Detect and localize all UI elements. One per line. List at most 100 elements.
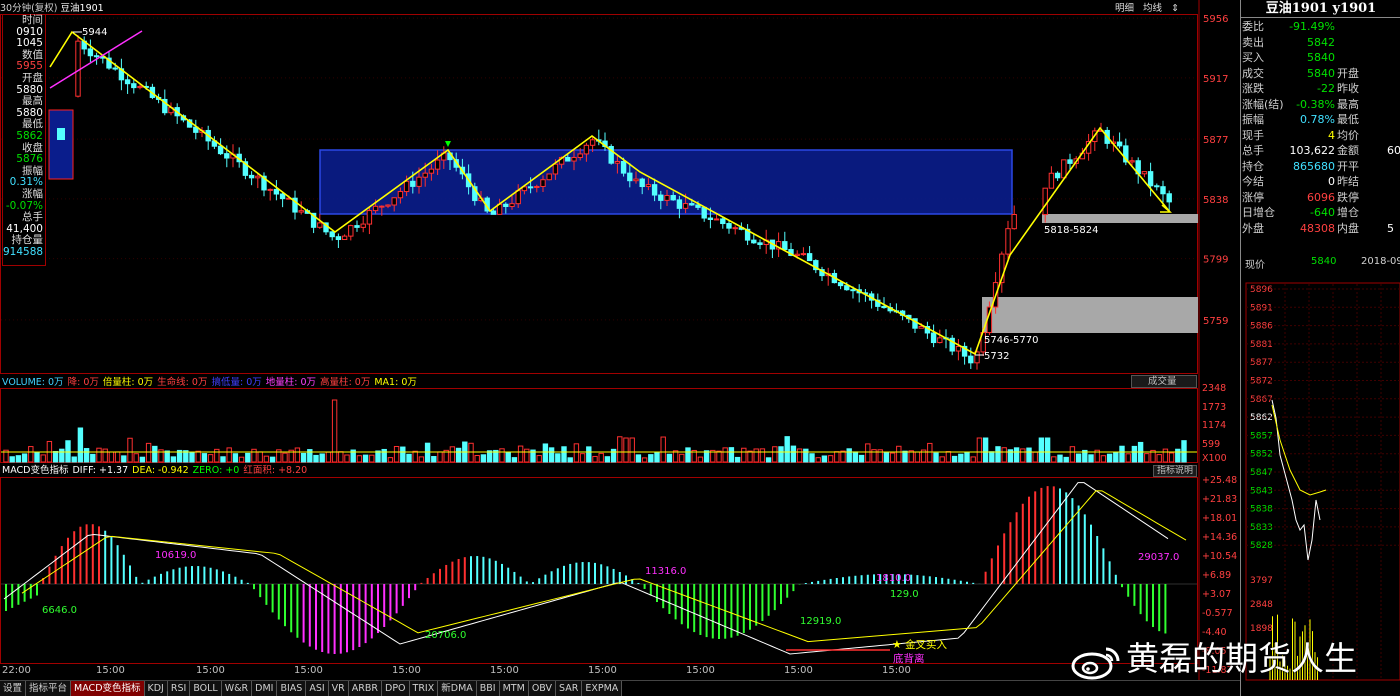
tab-0[interactable]: 设置 (0, 681, 26, 696)
candle-body[interactable] (634, 179, 638, 181)
candle-body[interactable] (318, 223, 322, 227)
candle-body[interactable] (714, 219, 718, 220)
tab-8[interactable]: BIAS (277, 681, 306, 696)
candle-body[interactable] (57, 128, 65, 140)
candle-body[interactable] (547, 174, 551, 180)
candle-body[interactable] (807, 254, 811, 261)
candle-body[interactable] (590, 140, 594, 145)
candle-body[interactable] (1062, 160, 1066, 178)
tab-12[interactable]: DPO (382, 681, 410, 696)
candle-body[interactable] (280, 194, 284, 199)
candle-body[interactable] (541, 180, 545, 187)
tab-9[interactable]: ASI (306, 681, 328, 696)
candle-body[interactable] (553, 164, 557, 174)
candle-body[interactable] (504, 204, 508, 206)
candle-body[interactable] (572, 157, 576, 161)
candle-body[interactable] (429, 169, 433, 173)
candle-body[interactable] (1148, 172, 1152, 186)
candle-body[interactable] (1068, 160, 1072, 164)
ma-button[interactable]: 均线 (1143, 3, 1162, 14)
candle-body[interactable] (578, 154, 582, 158)
candle-body[interactable] (76, 41, 80, 96)
candle-body[interactable] (330, 232, 334, 237)
candle-body[interactable] (528, 187, 532, 188)
candle-body[interactable] (373, 206, 377, 210)
candle-body[interactable] (355, 226, 359, 228)
candle-body[interactable] (88, 49, 92, 56)
candle-body[interactable] (584, 145, 588, 154)
tab-14[interactable]: 新DMA (438, 681, 477, 696)
candle-body[interactable] (1012, 215, 1016, 229)
candle-body[interactable] (956, 346, 960, 351)
chart-canvas[interactable]: 594457325818-58245746-5770 10619.06646.0… (0, 0, 1400, 696)
tab-10[interactable]: VR (329, 681, 349, 696)
candle-body[interactable] (677, 200, 681, 208)
candle-body[interactable] (225, 154, 229, 158)
candle-body[interactable] (727, 224, 731, 229)
candle-body[interactable] (380, 206, 384, 207)
candle-body[interactable] (919, 326, 923, 328)
candle-body[interactable] (665, 196, 669, 201)
candle-body[interactable] (690, 204, 694, 205)
tab-2[interactable]: MACD变色指标 (71, 681, 144, 696)
tab-11[interactable]: ARBR (349, 681, 382, 696)
candle-body[interactable] (783, 242, 787, 250)
candle-body[interactable] (838, 283, 842, 286)
tab-3[interactable]: KDJ (145, 681, 168, 696)
candle-body[interactable] (417, 177, 421, 186)
candle-body[interactable] (268, 189, 272, 190)
tab-13[interactable]: TRIX (410, 681, 439, 696)
candle-body[interactable] (801, 254, 805, 255)
candle-body[interactable] (938, 338, 942, 343)
candle-body[interactable] (411, 181, 415, 186)
candle-body[interactable] (274, 189, 278, 194)
candle-body[interactable] (721, 219, 725, 224)
candle-body[interactable] (367, 211, 371, 224)
candle-body[interactable] (299, 211, 303, 212)
candle-body[interactable] (1043, 188, 1047, 214)
candle-body[interactable] (491, 211, 495, 214)
candle-body[interactable] (398, 192, 402, 198)
candle-body[interactable] (652, 185, 656, 195)
candle-body[interactable] (1006, 229, 1010, 254)
candle-body[interactable] (132, 84, 136, 88)
tab-16[interactable]: MTM (500, 681, 529, 696)
tab-19[interactable]: EXPMA (582, 681, 622, 696)
dropdown-icon[interactable]: ⇕ (1171, 3, 1179, 14)
candle-body[interactable] (510, 204, 514, 207)
candle-body[interactable] (342, 236, 346, 239)
candle-body[interactable] (138, 86, 142, 87)
candle-body[interactable] (125, 80, 129, 84)
candle-body[interactable] (516, 191, 520, 204)
candle-body[interactable] (733, 228, 737, 229)
candle-body[interactable] (615, 161, 619, 163)
candle-body[interactable] (386, 205, 390, 206)
candle-body[interactable] (845, 286, 849, 290)
candle-body[interactable] (758, 243, 762, 245)
candle-body[interactable] (795, 254, 799, 255)
candle-body[interactable] (535, 186, 539, 187)
detail-button[interactable]: 明细 (1115, 3, 1134, 14)
candle-body[interactable] (671, 196, 675, 200)
candle-body[interactable] (249, 175, 253, 177)
candle-body[interactable] (1117, 142, 1121, 146)
candle-body[interactable] (683, 204, 687, 209)
candle-body[interactable] (1161, 187, 1165, 194)
candle-body[interactable] (969, 356, 973, 363)
candle-body[interactable] (1055, 173, 1059, 178)
candle-body[interactable] (702, 207, 706, 218)
candle-body[interactable] (1155, 186, 1159, 187)
candle-body[interactable] (256, 176, 260, 178)
candle-body[interactable] (349, 226, 353, 237)
candle-body[interactable] (1142, 172, 1146, 174)
candle-body[interactable] (1130, 161, 1134, 162)
candle-body[interactable] (640, 179, 644, 186)
tab-7[interactable]: DMI (252, 681, 277, 696)
tab-1[interactable]: 指标平台 (26, 681, 71, 696)
candle-body[interactable] (361, 224, 365, 227)
candle-body[interactable] (218, 146, 222, 153)
candle-body[interactable] (931, 333, 935, 343)
candle-body[interactable] (882, 306, 886, 307)
candle-body[interactable] (752, 240, 756, 243)
volume-select[interactable]: 成交量 (1131, 375, 1197, 388)
